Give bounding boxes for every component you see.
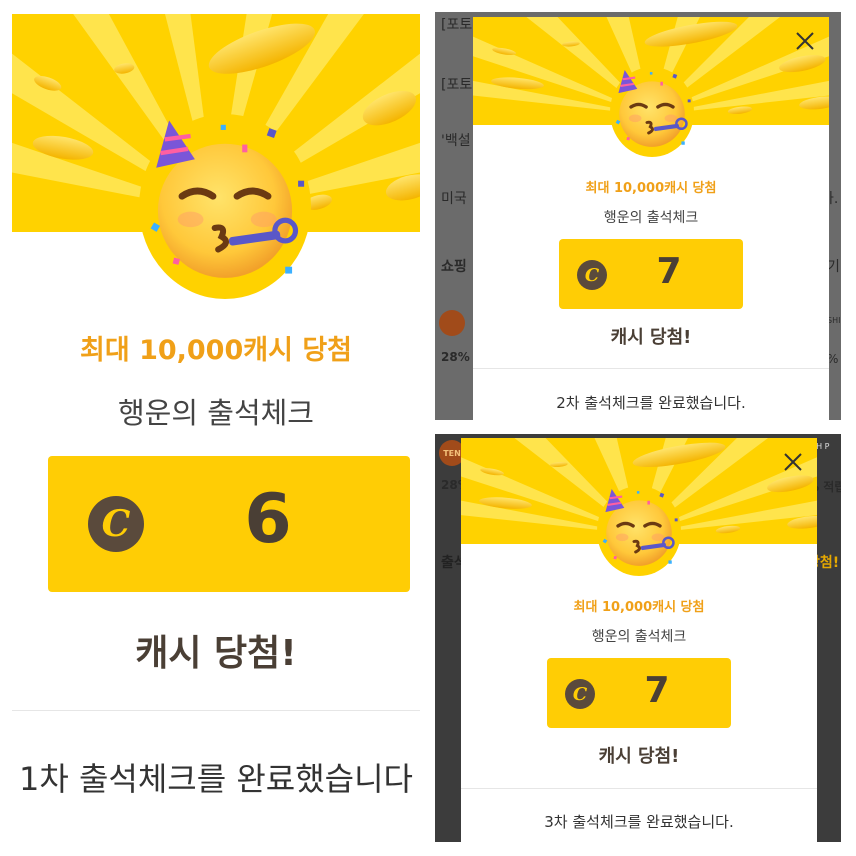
attendance-modal: 최대 10,000캐시 당첨 행운의 출석체크 C 6 캐시 당첨! 1차 출석… [12, 14, 420, 840]
attendance-modal: 최대 10,000캐시 당첨 행운의 출석체크 C 7 캐시 당첨! 3차 출석… [461, 438, 817, 842]
party-face-emoji-icon [597, 486, 681, 576]
event-name: 행운의 출석체크 [591, 629, 687, 645]
max-prize-text: 최대 10,000캐시 당첨 [585, 181, 717, 196]
divider [473, 368, 829, 369]
party-face-emoji-icon [139, 114, 311, 299]
max-prize-text: 최대 10,000캐시 당첨 [79, 335, 353, 366]
cash-result-box: C 7 [547, 658, 731, 728]
cash-result-box: C 7 [559, 239, 743, 309]
event-name: 행운의 출석체크 [603, 210, 699, 226]
cash-amount: 6 [244, 480, 292, 559]
close-icon[interactable] [783, 452, 803, 472]
background-row: '백설 [441, 133, 471, 149]
cash-amount: 7 [644, 670, 670, 711]
screenshot-panel-1: 최대 10,000캐시 당첨 행운의 출석체크 C 6 캐시 당첨! 1차 출석… [12, 14, 420, 840]
event-name: 행운의 출석체크 [118, 396, 314, 430]
background-badge [439, 310, 465, 336]
coin-c-icon: C [565, 679, 595, 709]
completion-message: 1차 출석체크를 완료했습니다 [19, 760, 413, 798]
close-icon[interactable] [795, 31, 815, 51]
divider [12, 710, 420, 711]
divider [461, 788, 817, 789]
background-right-text: % 적 [827, 352, 841, 366]
screenshot-panel-2: [포토] 소소 우향의 포토 [포토] '백설 미국 쇼핑 28% 가. 기 S… [435, 12, 841, 420]
win-label: 캐시 당첨! [135, 633, 297, 674]
cash-amount: 7 [656, 251, 682, 292]
background-row: 28% [441, 350, 470, 364]
win-label: 캐시 당첨! [598, 746, 680, 767]
coin-c-icon: C [88, 496, 144, 552]
max-prize-text: 최대 10,000캐시 당첨 [573, 600, 705, 615]
win-label: 캐시 당첨! [610, 327, 692, 348]
cash-result-box: C 6 [48, 456, 410, 592]
background-row: 쇼핑 [441, 259, 467, 275]
background-row: 미국 [441, 191, 467, 207]
completion-message: 3차 출석체크를 완료했습니다. [544, 813, 734, 831]
background-right-text: SHI [827, 316, 841, 325]
coin-c-icon: C [577, 260, 607, 290]
completion-message: 2차 출석체크를 완료했습니다. [556, 394, 746, 412]
party-face-emoji-icon [610, 67, 694, 157]
screenshot-panel-3: TEN 28% 출석 SH P % 적립 당첨! 최대 10,000캐시 당첨 … [435, 434, 841, 842]
attendance-modal: 최대 10,000캐시 당첨 행운의 출석체크 C 7 캐시 당첨! 2차 출석… [473, 17, 829, 420]
